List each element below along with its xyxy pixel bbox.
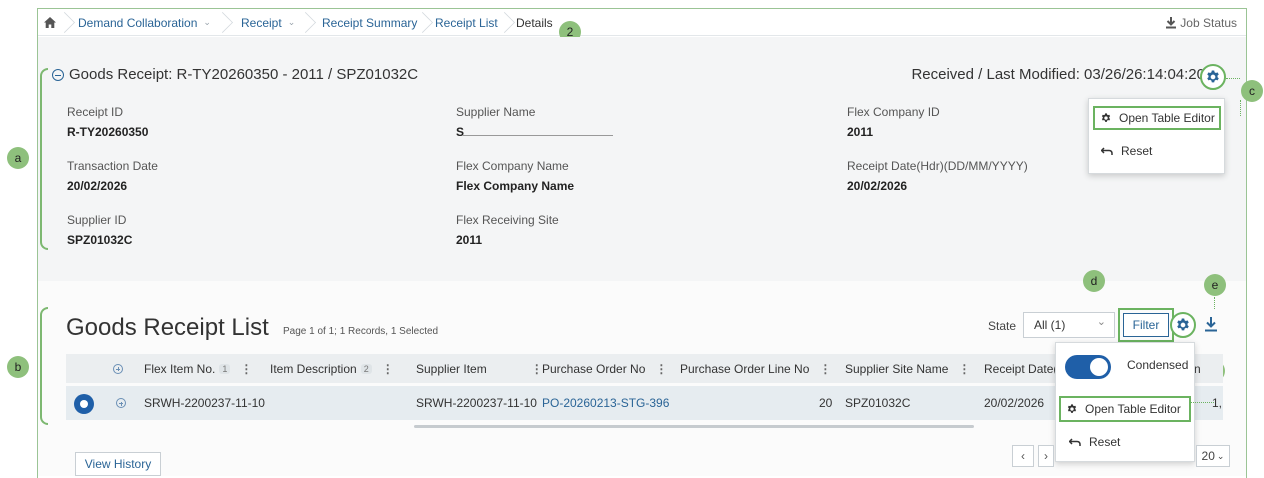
chevron-left-icon: ‹ (1021, 449, 1025, 463)
col-item-description[interactable]: Item Description 2 ⋮ (270, 354, 394, 383)
header-settings-menu: Open Table Editor Reset (1088, 98, 1225, 174)
download-icon[interactable] (1204, 317, 1218, 337)
open-table-editor-item[interactable]: Open Table Editor (1093, 106, 1221, 130)
column-menu-icon[interactable]: ⋮ (531, 362, 543, 376)
state-select[interactable]: All (1) (1023, 312, 1115, 338)
column-menu-icon[interactable]: ⋮ (655, 362, 667, 376)
col-flex-item-no[interactable]: Flex Item No. 1 ⋮ (144, 354, 252, 383)
flex-company-id-value: 2011 (847, 125, 874, 139)
brace-a (40, 68, 48, 250)
state-label: State (988, 319, 1017, 333)
receipt-date-label: Receipt Date(Hdr)(DD/MM/YYYY) (847, 159, 1028, 173)
col-purchase-order-line-no[interactable]: Purchase Order Line No ⋮ (680, 354, 831, 383)
brace-b (40, 307, 48, 425)
gear-icon (1207, 70, 1219, 83)
condensed-label: Condensed (1127, 358, 1189, 372)
cell-truncated: 1, (1212, 396, 1223, 410)
flex-company-name-value: Flex Company Name (456, 179, 575, 193)
cell-purchase-order-line-no: 20 (819, 396, 833, 410)
reset-item[interactable]: Reset (1101, 141, 1152, 161)
next-page-button[interactable]: › (1038, 445, 1054, 467)
col-truncated[interactable]: n (1194, 354, 1201, 383)
supplier-id-label: Supplier ID (67, 213, 127, 227)
cell-purchase-order-link[interactable]: PO-20260213-STG-396 (542, 386, 669, 420)
open-table-editor-item[interactable]: Open Table Editor (1059, 396, 1191, 422)
transaction-date-label: Transaction Date (67, 159, 158, 173)
col-supplier-item[interactable]: Supplier Item ⋮ (416, 354, 543, 383)
callout-d: d (1083, 270, 1105, 292)
condensed-toggle[interactable] (1065, 355, 1111, 379)
chevron-right-icon: › (1044, 449, 1048, 463)
col-purchase-order-no[interactable]: Purchase Order No ⋮ (542, 354, 667, 383)
table-header: Flex Item No. 1 ⋮ Item Description 2 ⋮ Suppl… (66, 354, 1223, 383)
status-text: Received / Last Modified: 03/26/26:14:04… (911, 66, 1205, 83)
col-supplier-site-name[interactable]: Supplier Site Name ⋮ (845, 354, 970, 383)
redacted-field (463, 124, 613, 136)
gear-icon (1067, 404, 1077, 413)
gear-icon (1101, 113, 1111, 122)
chevron-down-icon[interactable]: ⌄ (203, 17, 211, 28)
receipt-id-value: R-TY20260350 (67, 125, 149, 139)
collapse-icon[interactable] (52, 69, 64, 81)
flex-company-id-label: Flex Company ID (847, 105, 940, 119)
row-select-radio[interactable] (74, 394, 94, 414)
page-size-select[interactable]: 20 ⌄ (1196, 445, 1230, 467)
prev-page-button[interactable]: ‹ (1012, 445, 1034, 467)
flex-company-name-label: Flex Company Name (456, 159, 569, 173)
horizontal-scrollbar[interactable] (408, 423, 1048, 429)
cell-supplier-site-name: SPZ01032C (845, 396, 911, 410)
job-status-link[interactable]: Job Status (1165, 9, 1237, 36)
callout-a: a (7, 147, 29, 169)
transaction-date-value: 20/02/2026 (67, 179, 128, 193)
download-icon (1166, 16, 1177, 28)
breadcrumb-receipt[interactable]: Receipt ⌄ (241, 9, 295, 36)
breadcrumb-details: Details (516, 15, 553, 30)
cell-receipt-date: 20/02/2026 (984, 396, 1045, 410)
expand-all-icon[interactable] (113, 354, 123, 383)
table-row[interactable]: SRWH-2200237-11-10 SRWH-2200237-11-10 PO… (66, 386, 1223, 420)
cell-supplier-item: SRWH-2200237-11-10 (416, 396, 537, 410)
page-title: Goods Receipt: R-TY20260350 - 2011 / SPZ… (69, 66, 419, 83)
col-receipt-date[interactable]: Receipt Date( (984, 354, 1057, 383)
list-subtitle: Page 1 of 1; 1 Records, 1 Selected (283, 326, 439, 337)
undo-icon (1101, 147, 1113, 155)
reset-item[interactable]: Reset (1069, 432, 1120, 452)
breadcrumb-demand-collaboration[interactable]: Demand Collaboration ⌄ (78, 9, 211, 36)
cell-flex-item-no: SRWH-2200237-11-10 (144, 396, 265, 410)
column-menu-icon[interactable]: ⋮ (958, 362, 970, 376)
breadcrumb-receipt-summary[interactable]: Receipt Summary (322, 9, 417, 36)
breadcrumb: Demand Collaboration ⌄ Receipt ⌄ Receipt S… (38, 9, 1246, 36)
column-menu-icon[interactable]: ⋮ (240, 362, 252, 376)
column-menu-icon[interactable]: ⋮ (819, 362, 831, 376)
gear-icon (1177, 318, 1189, 331)
supplier-id-value: SPZ01032C (67, 233, 133, 247)
list-title: Goods Receipt List (66, 314, 269, 341)
flex-receiving-site-label: Flex Receiving Site (456, 213, 559, 227)
view-history-button[interactable]: View History (75, 452, 161, 476)
receipt-date-value: 20/02/2026 (847, 179, 908, 193)
undo-icon (1069, 438, 1081, 446)
header-settings-button[interactable] (1200, 64, 1226, 90)
list-settings-button[interactable] (1170, 312, 1196, 338)
callout-e: e (1204, 274, 1226, 296)
flex-receiving-site-value: 2011 (456, 233, 483, 247)
column-menu-icon[interactable]: ⋮ (382, 362, 394, 376)
breadcrumb-receipt-list[interactable]: Receipt List (435, 9, 498, 36)
callout-c-top: c (1241, 80, 1263, 102)
callout-b: b (7, 356, 29, 378)
supplier-name-label: Supplier Name (456, 105, 536, 119)
filter-button[interactable]: Filter (1123, 313, 1169, 337)
row-expand-icon[interactable] (116, 386, 126, 420)
receipt-id-label: Receipt ID (67, 105, 124, 119)
